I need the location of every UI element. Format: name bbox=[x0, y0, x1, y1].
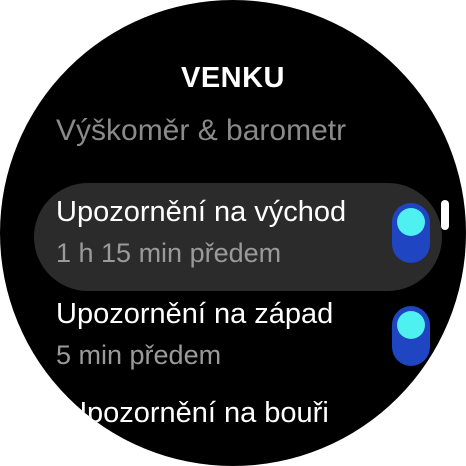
sunset-alert-title: Upozornění na západ bbox=[56, 298, 334, 330]
sunset-alert-subtitle: 5 min předem bbox=[56, 340, 222, 370]
watch-screen: VENKU Výškoměr & barometr Upozornění na … bbox=[0, 0, 466, 466]
toggle-knob bbox=[397, 311, 425, 339]
sunrise-alert-title: Upozornění na východ bbox=[56, 196, 347, 228]
list-item-altimeter-barometer[interactable]: Výškoměr & barometr bbox=[56, 114, 346, 148]
list-item-storm-alert[interactable]: Upozornění na bouři bbox=[66, 397, 329, 430]
screen-title: VENKU bbox=[180, 62, 285, 94]
toggle-knob bbox=[397, 208, 425, 236]
sunset-alert-toggle[interactable] bbox=[392, 306, 430, 366]
sunrise-alert-subtitle: 1 h 15 min předem bbox=[56, 238, 282, 268]
scrollbar[interactable] bbox=[441, 200, 449, 230]
sunrise-alert-toggle[interactable] bbox=[392, 203, 430, 263]
